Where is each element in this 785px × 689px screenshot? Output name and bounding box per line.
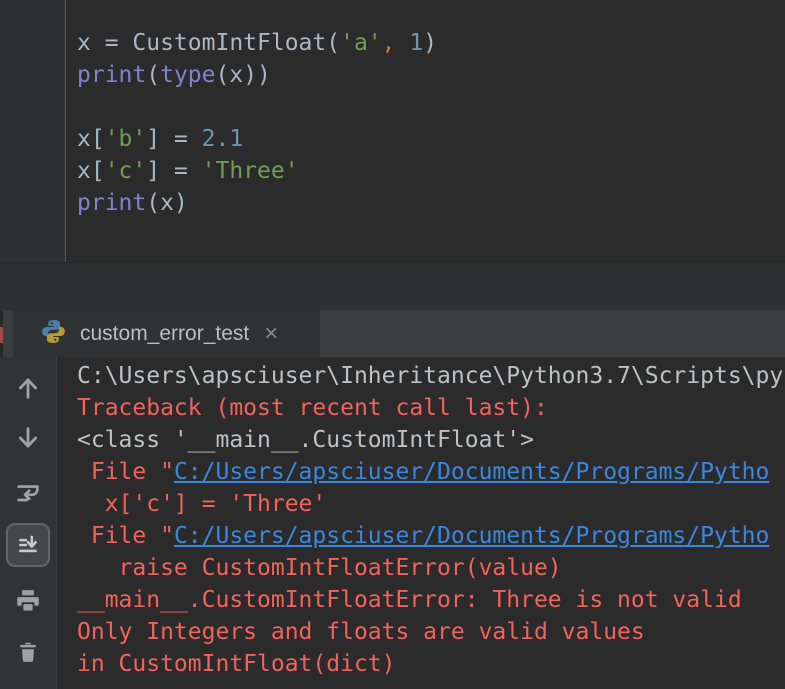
scroll-to-end-button[interactable]: [6, 523, 50, 567]
code-token: ,: [381, 30, 396, 56]
code-token: ] =: [146, 126, 202, 152]
console-text: __main__.CustomIntFloatError: Three is n…: [77, 587, 742, 613]
console-text: Traceback (most recent call last):: [77, 395, 548, 421]
console-line: C:\Users\apsciuser\Inheritance\Python3.7…: [77, 360, 783, 392]
console-text: <class '__main__.CustomIntFloat'>: [77, 427, 534, 453]
tab-custom-error-test[interactable]: custom_error_test ×: [13, 310, 320, 357]
console-left-toolbar: [0, 357, 57, 689]
code-token: 2.1: [201, 126, 244, 152]
print-button[interactable]: [6, 578, 50, 622]
console-text: Only Integers and floats are valid value…: [77, 619, 645, 645]
clear-all-button[interactable]: [6, 630, 50, 674]
code-token: type: [160, 62, 216, 88]
console-line: File "C:/Users/apsciuser/Documents/Progr…: [77, 520, 783, 552]
console-line: File "C:/Users/apsciuser/Documents/Progr…: [77, 456, 783, 488]
code-line: x = CustomIntFloat('a', 1): [77, 27, 437, 59]
console-text: raise CustomIntFloatError(value): [77, 555, 562, 581]
soft-wrap-icon: [17, 485, 39, 502]
code-token: ): [423, 30, 438, 56]
code-line: x['c'] = 'Three': [77, 155, 437, 187]
code-line: print(type(x)): [77, 59, 437, 91]
code-token: 'c': [104, 158, 147, 184]
code-token: (: [146, 62, 161, 88]
clipped-icon: [0, 327, 3, 343]
console-line: __main__.CustomIntFloatError: Three is n…: [77, 584, 783, 616]
console-line: x['c'] = 'Three': [77, 488, 783, 520]
code-editor[interactable]: x = CustomIntFloat('a', 1) print(type(x))…: [0, 0, 785, 262]
console-line: <class '__main__.CustomIntFloat'>: [77, 424, 783, 456]
code-line: print(x): [77, 187, 437, 219]
console-line: Traceback (most recent call last):: [77, 392, 783, 424]
code-token: ] =: [146, 158, 202, 184]
code-token: x = CustomIntFloat(: [77, 30, 341, 56]
python-logo-icon: [40, 318, 67, 349]
run-toolwindow-content: C:\Users\apsciuser\Inheritance\Python3.7…: [0, 357, 785, 689]
editor-gutter: [0, 0, 66, 262]
console-text: C:\Users\apsciuser\Inheritance\Python3.7…: [77, 363, 784, 389]
code-token: (x)): [215, 62, 271, 88]
traceback-file-link[interactable]: C:/Users/apsciuser/Documents/Programs/Py…: [174, 523, 769, 549]
trash-icon: [19, 642, 37, 662]
down-stack-trace-button[interactable]: [6, 416, 50, 460]
code-token: 'Three': [201, 158, 299, 184]
tab-label: custom_error_test: [80, 321, 250, 345]
code-token: x[: [77, 158, 105, 184]
arrow-down-icon: [19, 427, 37, 448]
console-line: raise CustomIntFloatError(value): [77, 552, 783, 584]
editor-code-area[interactable]: x = CustomIntFloat('a', 1) print(type(x))…: [77, 27, 437, 219]
traceback-file-link[interactable]: C:/Users/apsciuser/Documents/Programs/Py…: [174, 459, 769, 485]
code-token: 1: [409, 30, 424, 56]
code-token: 'a': [340, 30, 382, 56]
run-toolwindow-tabbar: custom_error_test ×: [0, 310, 785, 358]
soft-wrap-button[interactable]: [6, 471, 50, 515]
printer-icon: [17, 590, 39, 611]
console-line: in CustomIntFloat(dict): [77, 648, 783, 680]
up-stack-trace-button[interactable]: [6, 366, 50, 410]
console-line: Only Integers and floats are valid value…: [77, 616, 783, 648]
code-token: 'b': [104, 126, 147, 152]
scroll-to-end-icon: [19, 535, 37, 553]
tabbar-left-edge: [0, 310, 3, 357]
editor-toolwindow-gap: [0, 262, 785, 311]
code-token: x[: [77, 126, 105, 152]
console-text: File ": [77, 523, 174, 549]
console-text: in CustomIntFloat(dict): [77, 651, 396, 677]
code-token: (x): [146, 190, 188, 216]
code-line: x['b'] = 2.1: [77, 123, 437, 155]
tab-close-icon[interactable]: ×: [264, 321, 278, 346]
arrow-up-icon: [19, 378, 37, 399]
code-token: print: [77, 62, 147, 88]
run-console-output[interactable]: C:\Users\apsciuser\Inheritance\Python3.7…: [57, 357, 785, 689]
console-text: File ": [77, 459, 174, 485]
console-text: x['c'] = 'Three': [77, 491, 327, 517]
code-token: print: [77, 190, 147, 216]
